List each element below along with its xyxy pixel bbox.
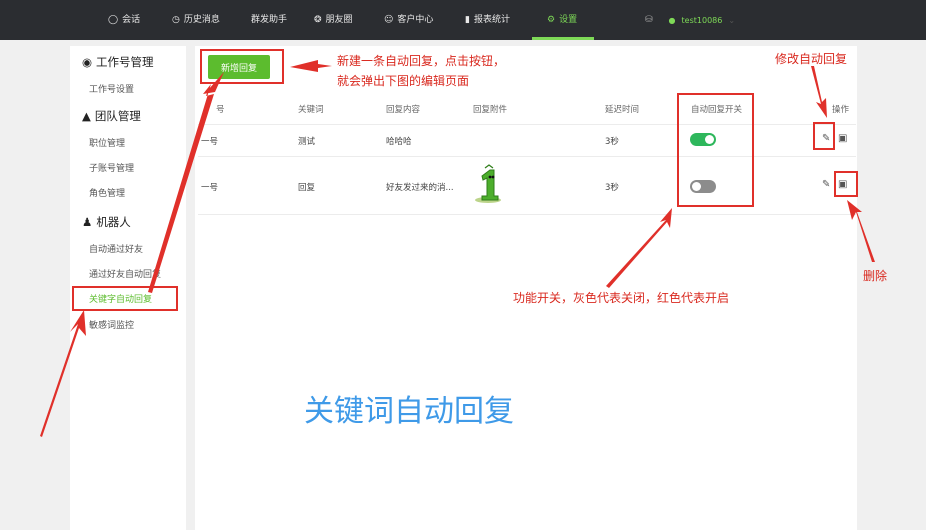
arrow-to-edit	[811, 66, 827, 118]
arrow-sidebar-to-button	[148, 72, 224, 293]
arrow-to-delete	[847, 200, 875, 262]
arrow-to-caption	[290, 60, 332, 72]
arrow-to-toggle	[606, 208, 672, 288]
annotation-arrows	[40, 60, 875, 437]
arrow-bottom-to-sidebar	[40, 310, 86, 437]
